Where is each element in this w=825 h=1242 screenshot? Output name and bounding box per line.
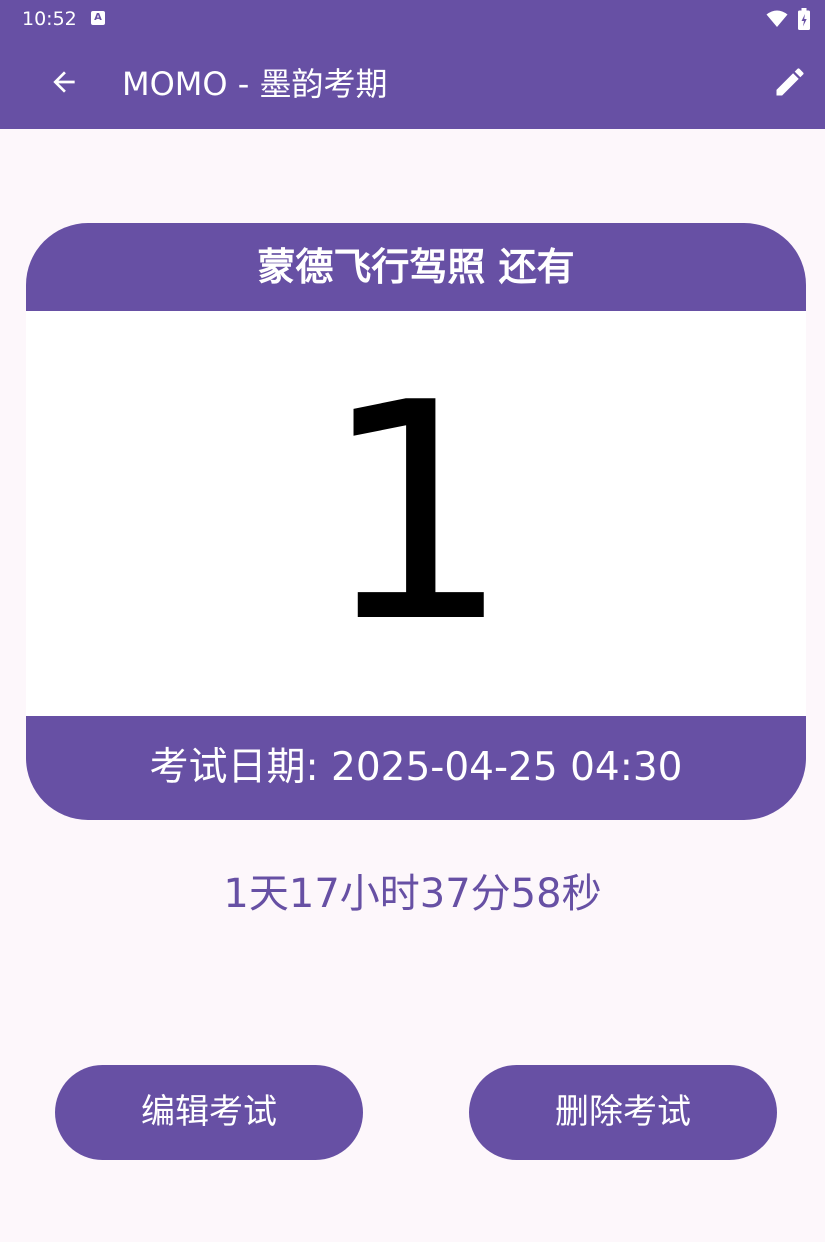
days-remaining-count: 1 xyxy=(320,339,512,688)
exam-date: 考试日期: 2025-04-25 04:30 xyxy=(149,745,683,790)
delete-exam-button[interactable]: 删除考试 xyxy=(469,1065,777,1160)
arrow-back-icon xyxy=(48,66,80,102)
days-remaining-panel: 1 xyxy=(26,311,806,716)
pencil-icon xyxy=(772,64,808,104)
notification-a-icon: A xyxy=(91,11,105,25)
status-bar: 10:52 A xyxy=(0,0,825,38)
exam-card: 蒙德飞行驾照 还有 1 考试日期: 2025-04-25 04:30 xyxy=(26,223,806,820)
countdown-timer: 1天17小时37分58秒 xyxy=(223,871,602,917)
status-time: 10:52 xyxy=(22,8,77,30)
back-button[interactable] xyxy=(40,60,88,108)
edit-button[interactable] xyxy=(766,60,814,108)
battery-icon xyxy=(798,8,810,34)
app-bar: MOMO - 墨韵考期 xyxy=(0,38,825,129)
exam-card-title: 蒙德飞行驾照 还有 xyxy=(257,245,575,289)
edit-exam-button[interactable]: 编辑考试 xyxy=(55,1065,363,1160)
app-title: MOMO - 墨韵考期 xyxy=(122,65,388,103)
wifi-icon xyxy=(766,10,788,32)
